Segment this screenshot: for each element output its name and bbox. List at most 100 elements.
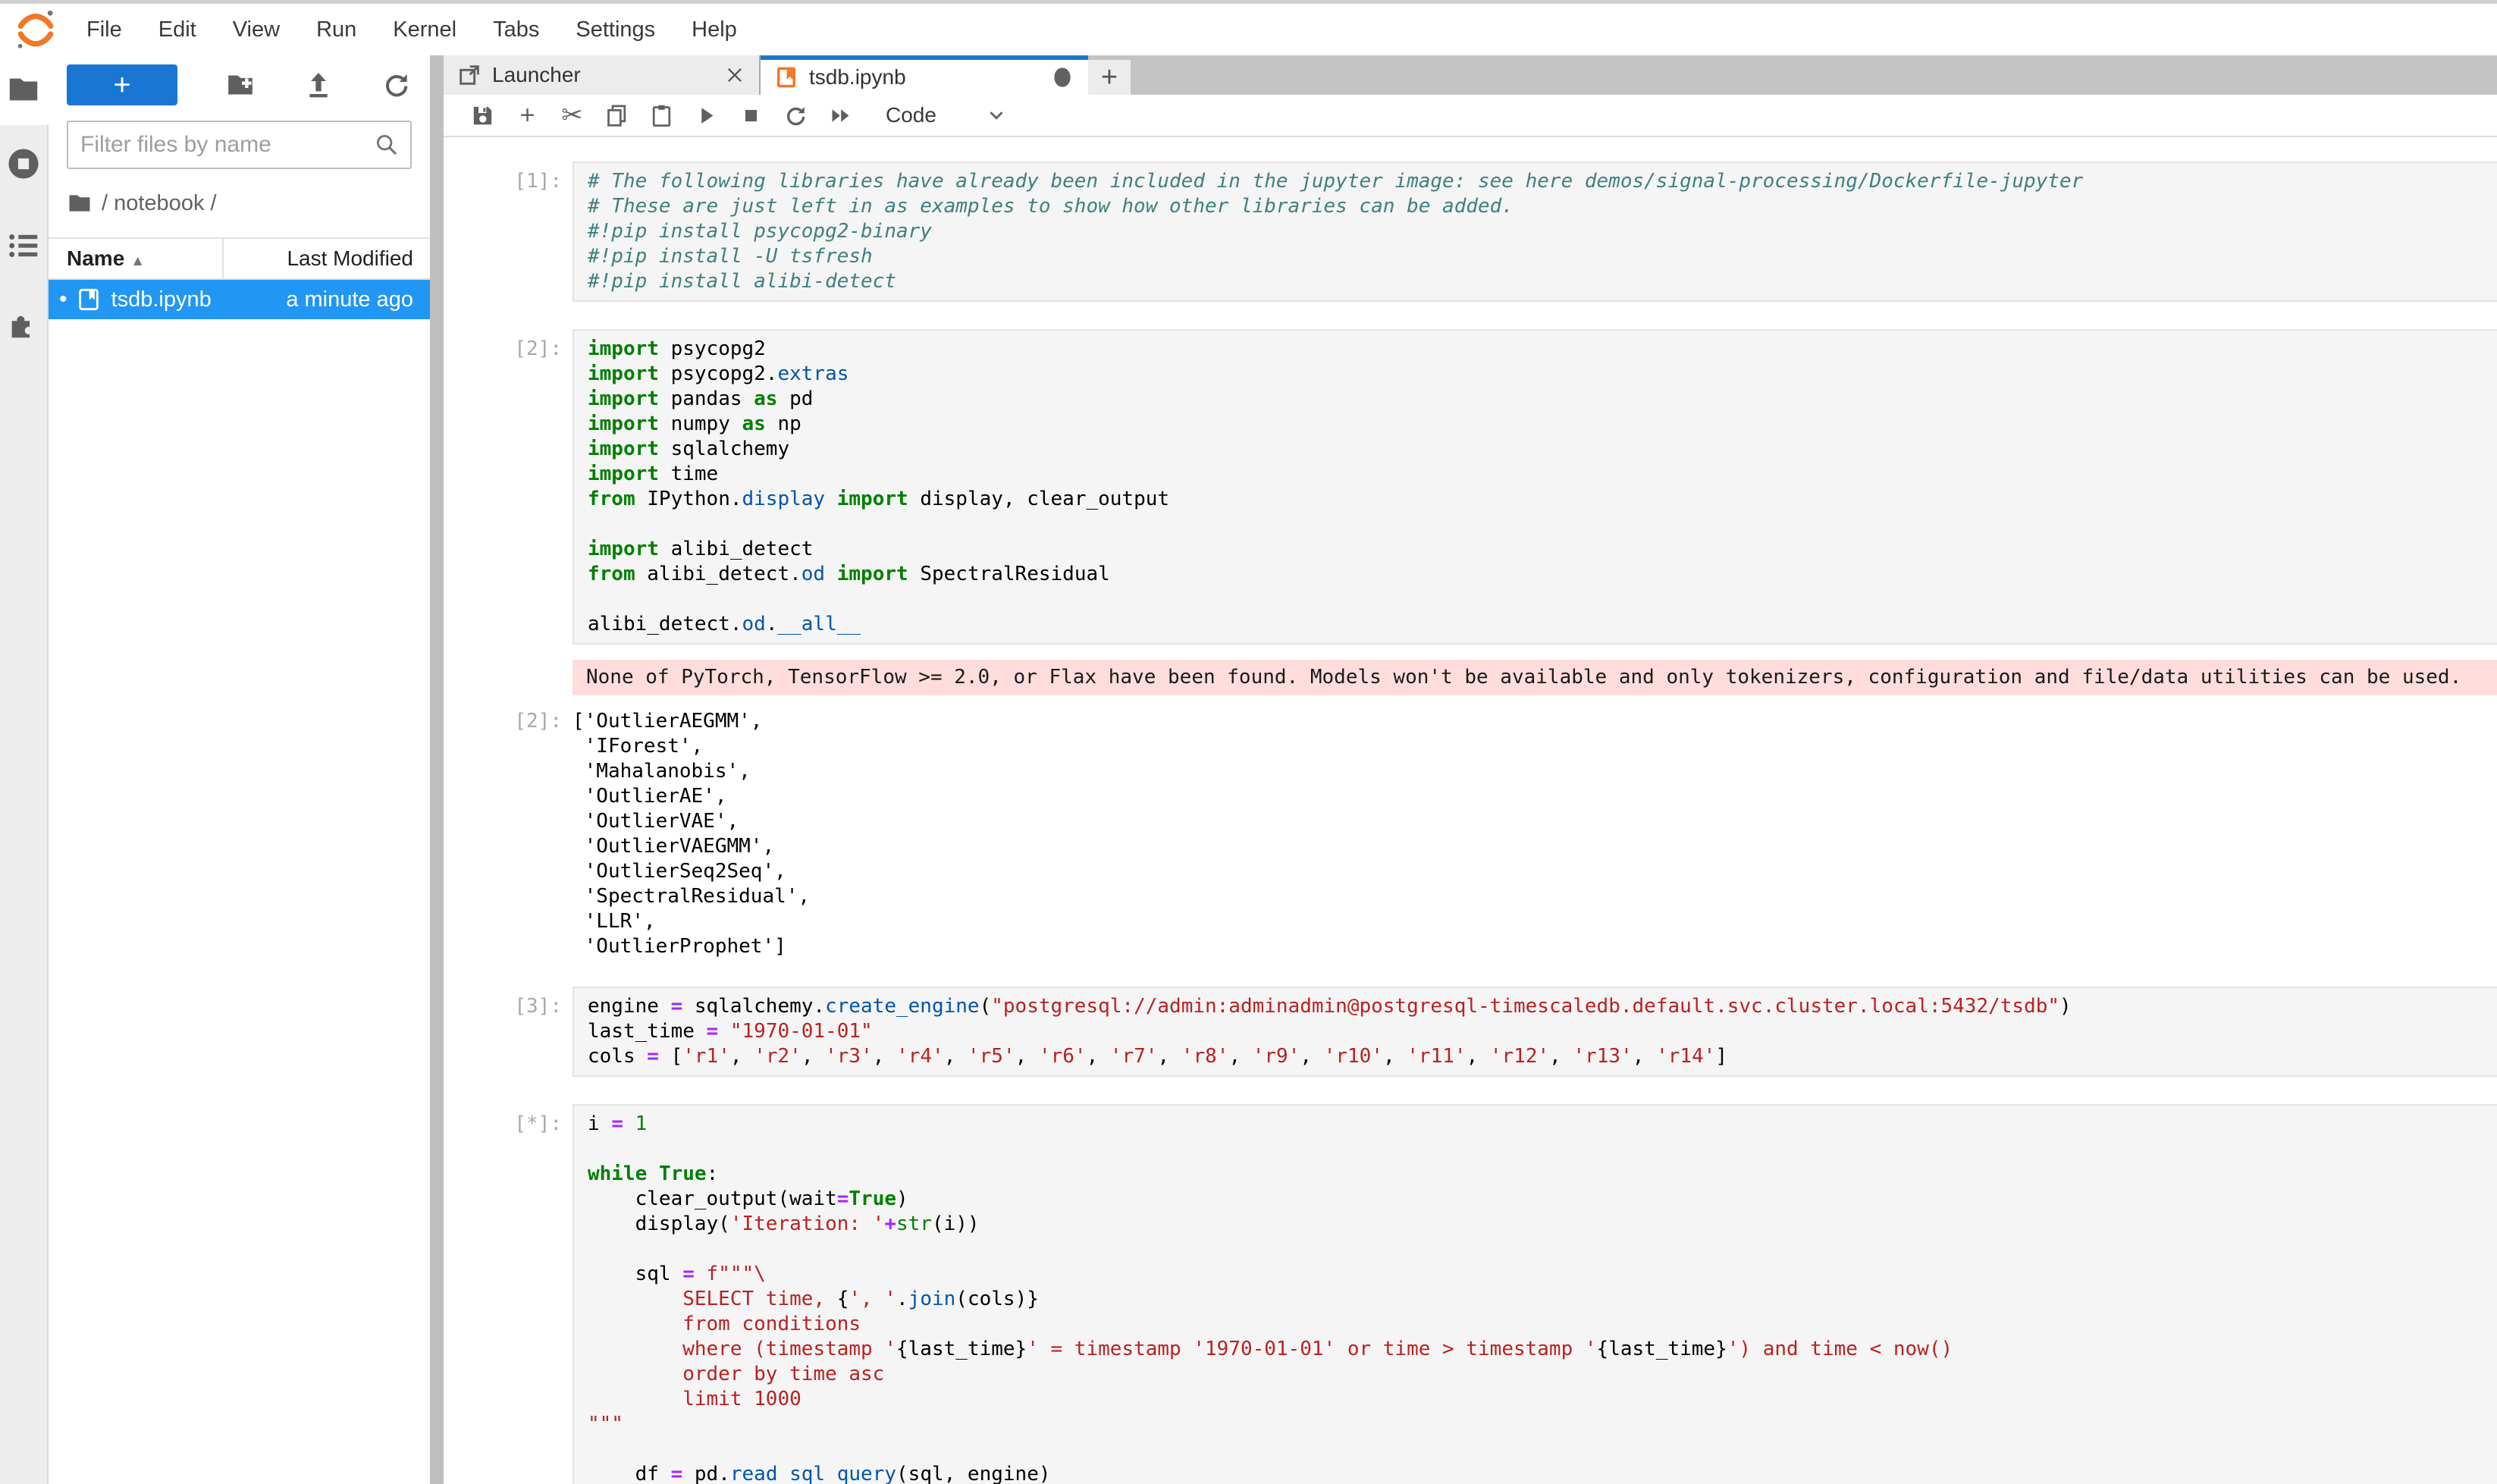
sidebar-tab-extensions[interactable] (6, 307, 41, 342)
menu-item-file[interactable]: File (68, 17, 140, 42)
restart-run-all-button[interactable] (818, 99, 863, 132)
code-line: import alibi_detect (588, 537, 2497, 562)
stderr-output: None of PyTorch, TensorFlow >= 2.0, or F… (572, 660, 2497, 695)
code-cell[interactable]: [*]:i = 1 while True: clear_output(wait=… (444, 1104, 2497, 1484)
code-line: from conditions (588, 1312, 2497, 1337)
unsaved-dot: • (59, 280, 67, 319)
left-sidebar-strip (0, 55, 49, 1484)
tab-notebook[interactable]: tsdb.ipynb (761, 55, 1088, 95)
tab-launcher[interactable]: Launcher (444, 55, 761, 95)
dirty-indicator[interactable] (1050, 65, 1074, 89)
notebook-file-icon (77, 286, 101, 313)
file-browser-panel: + (49, 55, 430, 1484)
menu-item-settings[interactable]: Settings (557, 17, 673, 42)
interrupt-button[interactable] (729, 99, 773, 132)
code-line: display('Iteration: '+str(i)) (588, 1212, 2497, 1237)
menu-item-run[interactable]: Run (298, 17, 375, 42)
upload-button[interactable] (303, 70, 334, 100)
code-cell[interactable]: [2]:import psycopg2import psycopg2.extra… (444, 329, 2497, 959)
code-line: cols = ['r1', 'r2', 'r3', 'r4', 'r5', 'r… (588, 1044, 2497, 1069)
file-filter-input[interactable] (79, 131, 374, 158)
code-cell[interactable]: [1]:# The following libraries have alrea… (444, 162, 2497, 302)
menu-item-edit[interactable]: Edit (140, 17, 215, 42)
new-launcher-button[interactable]: + (67, 64, 177, 105)
file-name: tsdb.ipynb (111, 287, 212, 312)
cell-type-dropdown[interactable]: Code (886, 103, 936, 127)
notebook-toolbar: + ✂ (444, 95, 2497, 137)
stop-icon (739, 103, 764, 128)
menu-item-help[interactable]: Help (673, 17, 755, 42)
code-line: order by time asc (588, 1362, 2497, 1387)
cell-editor[interactable]: engine = sqlalchemy.create_engine("postg… (572, 987, 2497, 1077)
menu-item-kernel[interactable]: Kernel (375, 17, 475, 42)
restart-button[interactable] (773, 99, 818, 132)
file-modified: a minute ago (286, 287, 430, 312)
column-header-name[interactable]: Name▲ (49, 246, 200, 271)
code-line: sql = f"""\ (588, 1262, 2497, 1287)
new-folder-icon (225, 70, 256, 100)
file-browser-toolbar: + (49, 63, 430, 107)
cell-editor[interactable]: import psycopg2import psycopg2.extrasimp… (572, 329, 2497, 645)
code-line: alibi_detect.od.__all__ (588, 612, 2497, 637)
code-line (588, 1137, 2497, 1162)
menu-item-tabs[interactable]: Tabs (475, 17, 557, 42)
cell-editor[interactable]: i = 1 while True: clear_output(wait=True… (572, 1104, 2497, 1484)
close-icon[interactable] (724, 64, 745, 86)
code-line: last_time = "1970-01-01" (588, 1019, 2497, 1044)
tab-bar: Launcher tsdb.ipynb + (444, 55, 2497, 95)
cut-cells-button[interactable]: ✂ (550, 99, 594, 132)
refresh-button[interactable] (381, 70, 412, 100)
output-line: 'OutlierVAEGMM', (572, 834, 2497, 859)
restart-icon (783, 103, 808, 128)
file-row-selected[interactable]: • tsdb.ipynb a minute ago (49, 280, 430, 319)
output-line: 'OutlierSeq2Seq', (572, 859, 2497, 884)
output-line: 'LLR', (572, 909, 2497, 934)
code-line (588, 1437, 2497, 1462)
sidebar-tab-running[interactable] (6, 146, 41, 181)
cell-input-area: [2]:import psycopg2import psycopg2.extra… (444, 329, 2497, 645)
panel-resize-handle[interactable] (430, 55, 444, 1484)
launcher-icon (457, 63, 482, 87)
output-line: 'OutlierVAE', (572, 809, 2497, 834)
breadcrumb-path: / notebook / (102, 191, 217, 216)
jupyter-logo-icon (14, 8, 58, 52)
cell-input-area: [1]:# The following libraries have alrea… (444, 162, 2497, 302)
code-line: where (timestamp '{last_time}' = timesta… (588, 1337, 2497, 1362)
copy-cells-button[interactable] (594, 99, 639, 132)
code-line: import time (588, 462, 2497, 487)
code-line: import pandas as pd (588, 387, 2497, 412)
code-line: from alibi_detect.od import SpectralResi… (588, 562, 2497, 587)
code-line: #!pip install -U tsfresh (588, 244, 2497, 269)
cell-prompt: [1]: (444, 162, 572, 302)
cell-prompt: [2]: (444, 329, 572, 645)
cell-editor[interactable]: # The following libraries have already b… (572, 162, 2497, 302)
code-line: limit 1000 (588, 1387, 2497, 1412)
code-line: clear_output(wait=True) (588, 1187, 2497, 1212)
main-split: + (0, 55, 2497, 1484)
code-line: # These are just left in as examples to … (588, 194, 2497, 219)
add-cell-button[interactable]: + (505, 99, 550, 132)
save-button[interactable] (460, 99, 505, 132)
code-line (588, 1237, 2497, 1262)
search-icon (374, 132, 400, 158)
sidebar-tab-toc[interactable] (6, 228, 41, 263)
chevron-down-icon[interactable] (985, 104, 1008, 127)
breadcrumb[interactable]: / notebook / (67, 190, 412, 216)
cell-prompt: [*]: (444, 1104, 572, 1484)
new-folder-button[interactable] (225, 70, 256, 100)
menu-item-view[interactable]: View (215, 17, 298, 42)
code-line: import numpy as np (588, 412, 2497, 437)
column-header-modified[interactable]: Last Modified (200, 246, 430, 271)
code-line: import psycopg2 (588, 337, 2497, 362)
run-button[interactable] (684, 99, 729, 132)
code-line: df = pd.read_sql_query(sql, engine) (588, 1462, 2497, 1484)
notebook-panel[interactable]: [1]:# The following libraries have alrea… (444, 137, 2497, 1484)
sidebar-tab-filebrowser[interactable] (6, 72, 41, 107)
new-tab-button[interactable]: + (1088, 60, 1131, 95)
paste-cells-button[interactable] (639, 99, 684, 132)
jupyterlab-window: FileEditViewRunKernelTabsSettingsHelp (0, 0, 2497, 1484)
save-icon (470, 103, 495, 128)
cell-input-area: [3]:engine = sqlalchemy.create_engine("p… (444, 987, 2497, 1077)
code-line: SELECT time, {', '.join(cols)} (588, 1287, 2497, 1312)
code-cell[interactable]: [3]:engine = sqlalchemy.create_engine("p… (444, 987, 2497, 1077)
